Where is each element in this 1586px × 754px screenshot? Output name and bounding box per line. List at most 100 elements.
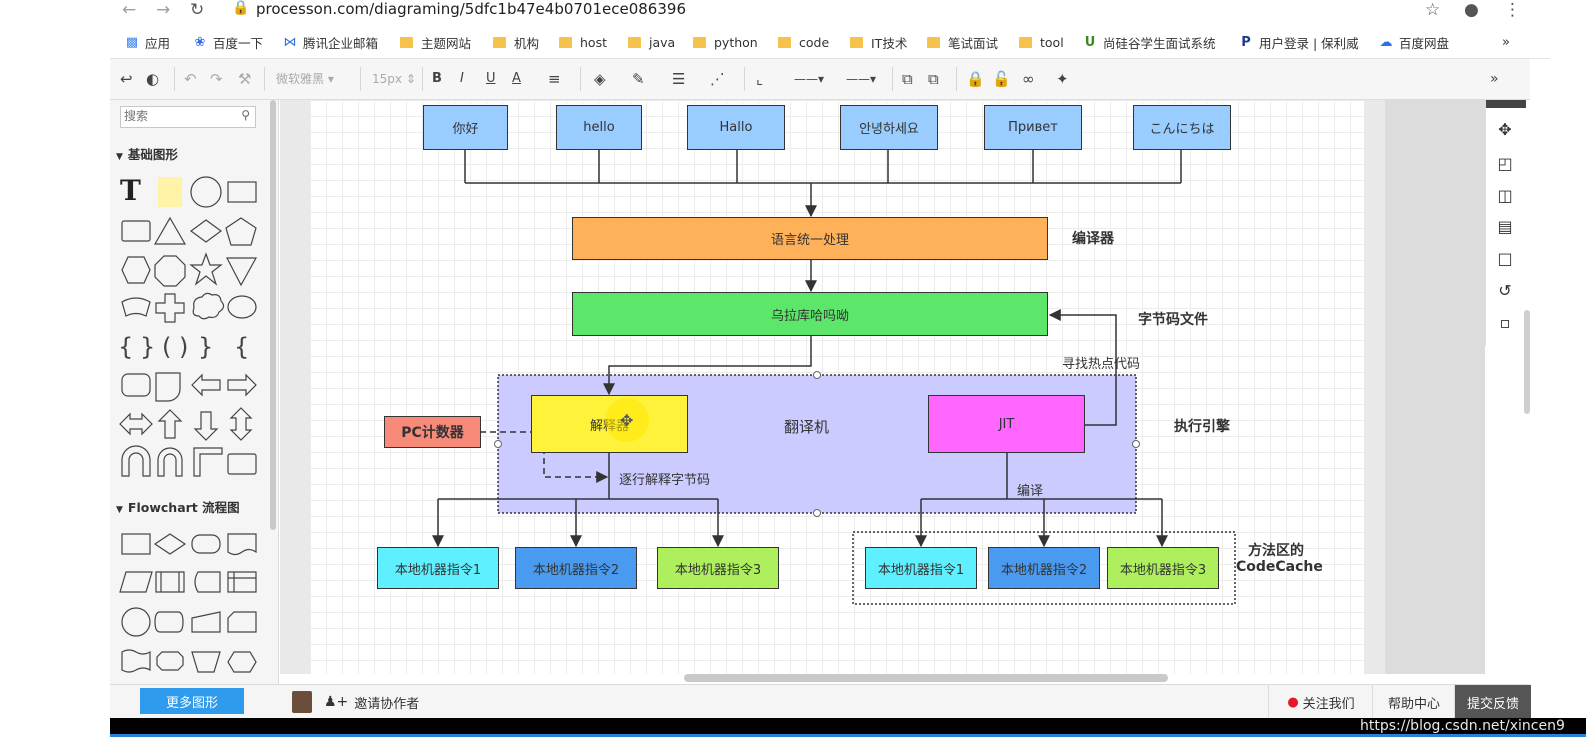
double-arrow-shape[interactable] — [119, 412, 153, 436]
resize-handle[interactable] — [1132, 440, 1140, 448]
bookmarks-overflow-button[interactable]: » — [1502, 33, 1510, 51]
shapes-panel-scrollbar[interactable] — [270, 100, 276, 530]
send-back-icon[interactable]: ⧉ — [928, 70, 939, 88]
connector-type-icon[interactable]: ⌞ — [756, 70, 763, 88]
diagram-page[interactable]: 你好 hello Hallo 안녕하세요 Привет こんにちは 语言统一处理… — [310, 100, 1364, 674]
bookmark-tencent-mail[interactable]: ⋈ 腾讯企业邮箱 — [282, 33, 379, 51]
page-scrollbar[interactable] — [1524, 310, 1530, 414]
rounded-square-shape[interactable] — [121, 373, 151, 397]
hexagon-shape[interactable] — [121, 256, 151, 284]
language-box[interactable]: こんにちは — [1133, 105, 1231, 150]
language-box[interactable]: hello — [556, 105, 642, 150]
note-shape[interactable] — [158, 177, 182, 207]
page-icon[interactable]: □ — [1495, 249, 1515, 269]
predefined-process-shape[interactable] — [155, 571, 185, 593]
cloud-shape[interactable] — [192, 292, 225, 320]
banner-shape[interactable] — [121, 297, 151, 317]
native-instruction-box[interactable]: 本地机器指令2 — [515, 547, 637, 589]
bookmark-baidu[interactable]: ❀ 百度一下 — [192, 33, 263, 51]
link-icon[interactable]: ∞ — [1022, 70, 1035, 88]
line-start-select[interactable]: ——▾ — [794, 70, 824, 88]
undo-icon[interactable]: ↶ — [184, 70, 197, 88]
card-shape[interactable] — [227, 611, 257, 633]
terminator-shape[interactable] — [191, 534, 221, 554]
text-shape[interactable]: T — [120, 174, 141, 207]
display-shape[interactable] — [156, 651, 184, 671]
data-attributes-icon[interactable]: ▤ — [1495, 217, 1515, 237]
canvas-horizontal-scrollbar[interactable] — [684, 674, 1168, 682]
rectangle-shape[interactable] — [227, 181, 257, 203]
bookmark-interviews[interactable]: 笔试面试 — [927, 33, 998, 51]
return-icon[interactable]: ↩ — [120, 70, 133, 88]
u-turn-shape[interactable] — [121, 445, 151, 477]
codecache-instruction-box[interactable]: 本地机器指令3 — [1107, 547, 1219, 589]
inverted-triangle-shape[interactable] — [226, 257, 258, 287]
language-box[interactable]: 你好 — [423, 105, 508, 150]
line-width-icon[interactable]: ☰ — [672, 70, 685, 88]
rect-small-shape[interactable] — [227, 453, 257, 475]
internal-storage-shape[interactable] — [227, 571, 257, 593]
language-box[interactable]: Hallo — [687, 105, 785, 150]
direct-data-shape[interactable] — [154, 611, 184, 633]
search-icon[interactable]: ⚲ — [241, 108, 250, 122]
account-icon[interactable]: ● — [1464, 0, 1479, 20]
bookmark-code[interactable]: code — [778, 33, 829, 51]
star-icon[interactable]: ☆ — [1425, 0, 1440, 20]
resize-handle[interactable] — [813, 509, 821, 517]
font-color-button[interactable]: A — [512, 70, 521, 88]
bookmark-it-tech[interactable]: IT技术 — [850, 33, 907, 51]
bookmark-python[interactable]: python — [693, 33, 758, 51]
rounded-rect-shape[interactable] — [121, 220, 151, 242]
font-size-select[interactable]: 15px ⇕ — [372, 70, 416, 88]
preparation-shape[interactable] — [227, 651, 257, 673]
bracket-pair-shape[interactable]: ( ) — [162, 333, 188, 361]
brace-right-shape[interactable]: } — [140, 333, 155, 361]
down-arrow-shape[interactable] — [193, 411, 219, 441]
lock-icon[interactable]: 🔒 — [966, 70, 985, 88]
format-painter-icon[interactable]: ◐ — [146, 70, 159, 88]
native-instruction-box[interactable]: 本地机器指令3 — [657, 547, 779, 589]
triangle-shape[interactable] — [153, 216, 187, 245]
line-style-icon[interactable]: ⋰ — [710, 70, 725, 88]
fill-color-icon[interactable]: ◈ — [594, 70, 606, 88]
forward-arrow-icon[interactable]: → — [156, 0, 170, 20]
brace-close-shape[interactable]: } — [198, 333, 213, 361]
left-arrow-shape[interactable] — [191, 373, 221, 397]
style-icon[interactable]: ◰ — [1495, 154, 1515, 174]
brace-open-shape[interactable]: { — [234, 333, 249, 361]
bookmark-host[interactable]: host — [559, 33, 607, 51]
right-arrow-shape[interactable] — [227, 373, 257, 397]
cross-shape[interactable] — [155, 293, 185, 323]
octagon-shape[interactable] — [154, 255, 186, 287]
menu-dots-icon[interactable]: ⋮ — [1504, 0, 1521, 20]
process-shape[interactable] — [121, 533, 151, 555]
line-end-select[interactable]: ——▾ — [846, 70, 876, 88]
decision-shape[interactable] — [153, 533, 187, 555]
more-shapes-button[interactable]: 更多图形 — [140, 688, 244, 714]
underline-button[interactable]: U — [486, 70, 496, 88]
url-text[interactable]: processon.com/diagraming/5dfc1b47e4b0701… — [256, 0, 686, 18]
help-center-button[interactable]: 帮助中心 — [1372, 685, 1455, 719]
language-box[interactable]: Привет — [984, 105, 1082, 150]
bold-button[interactable]: B — [432, 70, 442, 88]
data-shape[interactable] — [119, 571, 153, 593]
native-instruction-box[interactable]: 本地机器指令1 — [377, 547, 499, 589]
feedback-button[interactable]: 提交反馈 — [1454, 685, 1531, 719]
collapse-toolbar-button[interactable]: » — [1490, 70, 1499, 88]
bookmark-apps[interactable]: ▩ 应用 — [124, 33, 170, 51]
manual-input-shape[interactable] — [191, 611, 221, 633]
line-color-icon[interactable]: ✎ — [632, 70, 645, 88]
reload-icon[interactable]: ↻ — [190, 0, 204, 20]
circle-shape[interactable] — [190, 176, 222, 208]
bookmark-tool[interactable]: tool — [1019, 33, 1064, 51]
tape-shape[interactable] — [121, 649, 151, 673]
bookmark-theme-sites[interactable]: 主题网站 — [400, 33, 471, 51]
magic-wand-icon[interactable]: ✦ — [1056, 70, 1069, 88]
interpreter-box[interactable]: 解释器 — [531, 395, 688, 453]
u-turn-small-shape[interactable] — [157, 447, 183, 477]
compiler-box[interactable]: 语言统一处理 — [572, 217, 1048, 260]
canvas-area[interactable]: 你好 hello Hallo 안녕하세요 Привет こんにちは 语言统一处理… — [280, 100, 1385, 674]
bring-front-icon[interactable]: ⧉ — [902, 70, 913, 88]
font-family-select[interactable]: 微软雅黑 ▾ — [276, 70, 334, 88]
section-basic-shapes[interactable]: ▼ 基础图形 — [116, 144, 178, 163]
